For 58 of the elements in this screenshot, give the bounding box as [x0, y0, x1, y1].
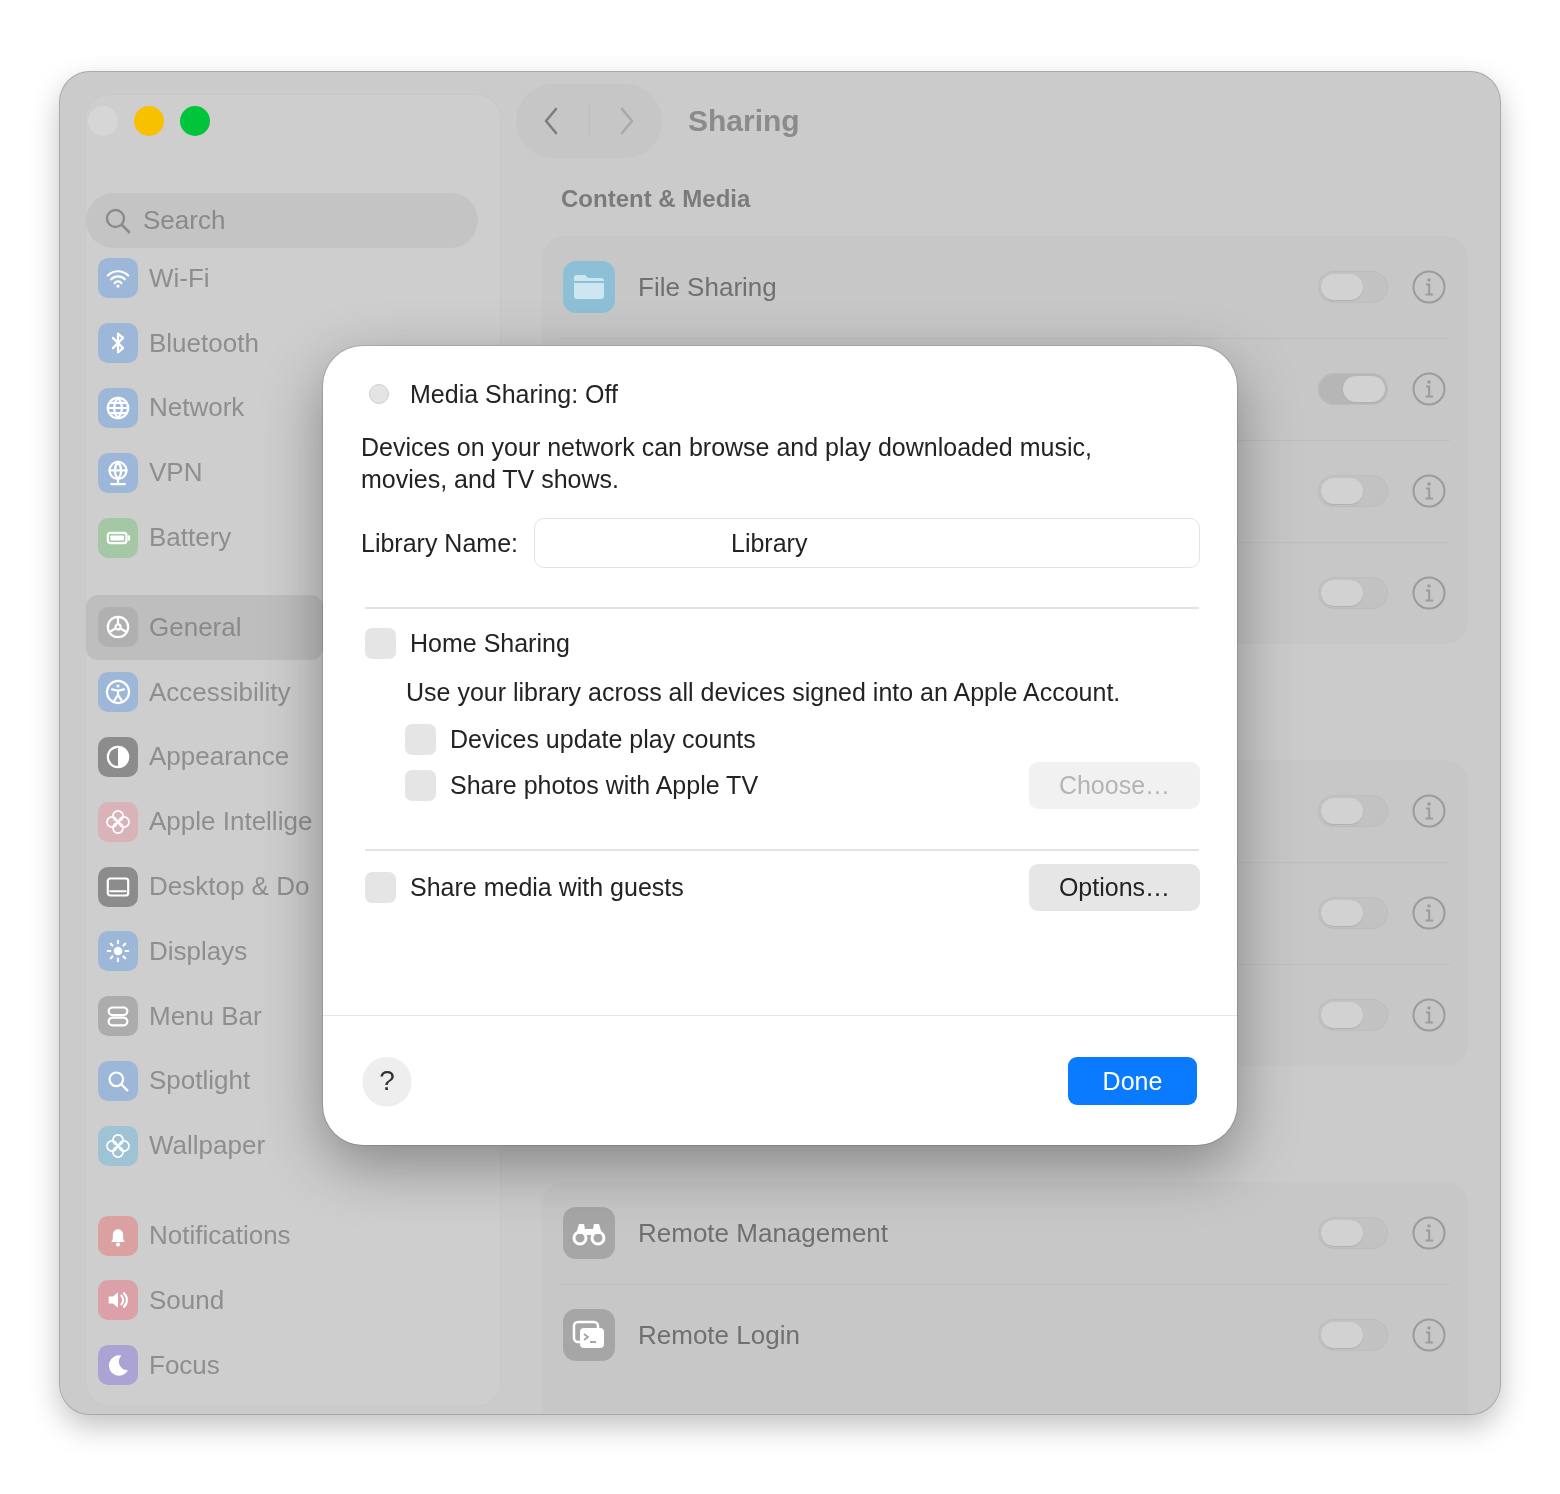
sidebar-item[interactable]: Spotlight: [86, 1048, 323, 1114]
info-icon[interactable]: [1412, 896, 1446, 930]
toggle-switch[interactable]: [1318, 795, 1388, 827]
sidebar-item[interactable]: Displays: [86, 918, 323, 984]
toggle-switch[interactable]: [1318, 1319, 1388, 1351]
checkbox[interactable]: [365, 628, 396, 659]
sidebar-item[interactable]: Sound: [86, 1267, 323, 1333]
row-label: Remote Login: [638, 1319, 800, 1351]
field-label: Library Name:: [361, 528, 518, 558]
info-icon[interactable]: [1412, 794, 1446, 828]
sidebar-item[interactable]: Wi-Fi: [86, 246, 323, 311]
checkbox-label[interactable]: Share photos with Apple TV: [450, 771, 759, 800]
sidebar-item[interactable]: Menu Bar: [86, 983, 323, 1049]
row-label: Remote Management: [638, 1217, 889, 1249]
sidebar-item[interactable]: VPN: [86, 440, 323, 506]
info-icon[interactable]: [1412, 474, 1446, 508]
sidebar-item[interactable]: Accessibility: [86, 659, 323, 725]
info-icon[interactable]: [1412, 372, 1446, 406]
checkbox-label[interactable]: Share media with guests: [410, 873, 684, 902]
pane-title: Sharing: [688, 104, 800, 138]
sidebar-item[interactable]: Apple Intellige: [86, 789, 323, 855]
toggle-switch[interactable]: [1318, 271, 1388, 303]
toggle-switch[interactable]: [1318, 577, 1388, 609]
info-icon[interactable]: [1412, 576, 1446, 610]
toggle-switch[interactable]: [1318, 373, 1388, 405]
toggle-switch[interactable]: [1318, 1217, 1388, 1249]
info-icon[interactable]: [1412, 1318, 1446, 1352]
toggle-switch[interactable]: [1318, 897, 1388, 929]
zoom-button[interactable]: [180, 106, 210, 136]
sidebar-item[interactable]: Network: [86, 375, 323, 441]
status-label: Media Sharing: Off: [410, 379, 618, 409]
description-text: Devices on your network can browse and play downloaded music, movies, and TV shows.: [361, 432, 1093, 495]
sidebar-item[interactable]: Wallpaper: [86, 1113, 323, 1179]
checkbox[interactable]: [365, 872, 396, 903]
toggle-switch[interactable]: [1318, 999, 1388, 1031]
sidebar-item[interactable]: Desktop & Do: [86, 854, 323, 919]
options-button[interactable]: Options…: [1029, 864, 1200, 911]
checkbox-label[interactable]: Devices update play counts: [450, 725, 756, 754]
checkbox[interactable]: [405, 770, 436, 801]
search-icon: [104, 207, 132, 235]
sidebar-item[interactable]: Focus: [86, 1332, 323, 1398]
done-button[interactable]: Done: [1068, 1057, 1197, 1105]
info-icon[interactable]: [1412, 270, 1446, 304]
sidebar-item[interactable]: Battery: [86, 505, 323, 570]
sidebar-item[interactable]: Bluetooth: [86, 310, 323, 376]
toggle-switch[interactable]: [1318, 475, 1388, 507]
info-icon[interactable]: [1412, 998, 1446, 1032]
row-label: File Sharing: [638, 271, 777, 303]
minimize-button[interactable]: [134, 106, 164, 136]
description-text: Use your library across all devices signed into an Apple Account.: [405, 677, 1122, 707]
library-name-field[interactable]: Library: [534, 518, 1200, 568]
section-heading: Content & Media: [560, 185, 752, 213]
search-field[interactable]: Search: [86, 193, 478, 248]
sidebar-item[interactable]: Appearance: [86, 724, 323, 790]
checkbox[interactable]: [405, 724, 436, 755]
checkbox-label[interactable]: Home Sharing: [410, 629, 570, 658]
info-icon[interactable]: [1412, 1216, 1446, 1250]
sidebar-item[interactable]: Notifications: [86, 1203, 323, 1268]
